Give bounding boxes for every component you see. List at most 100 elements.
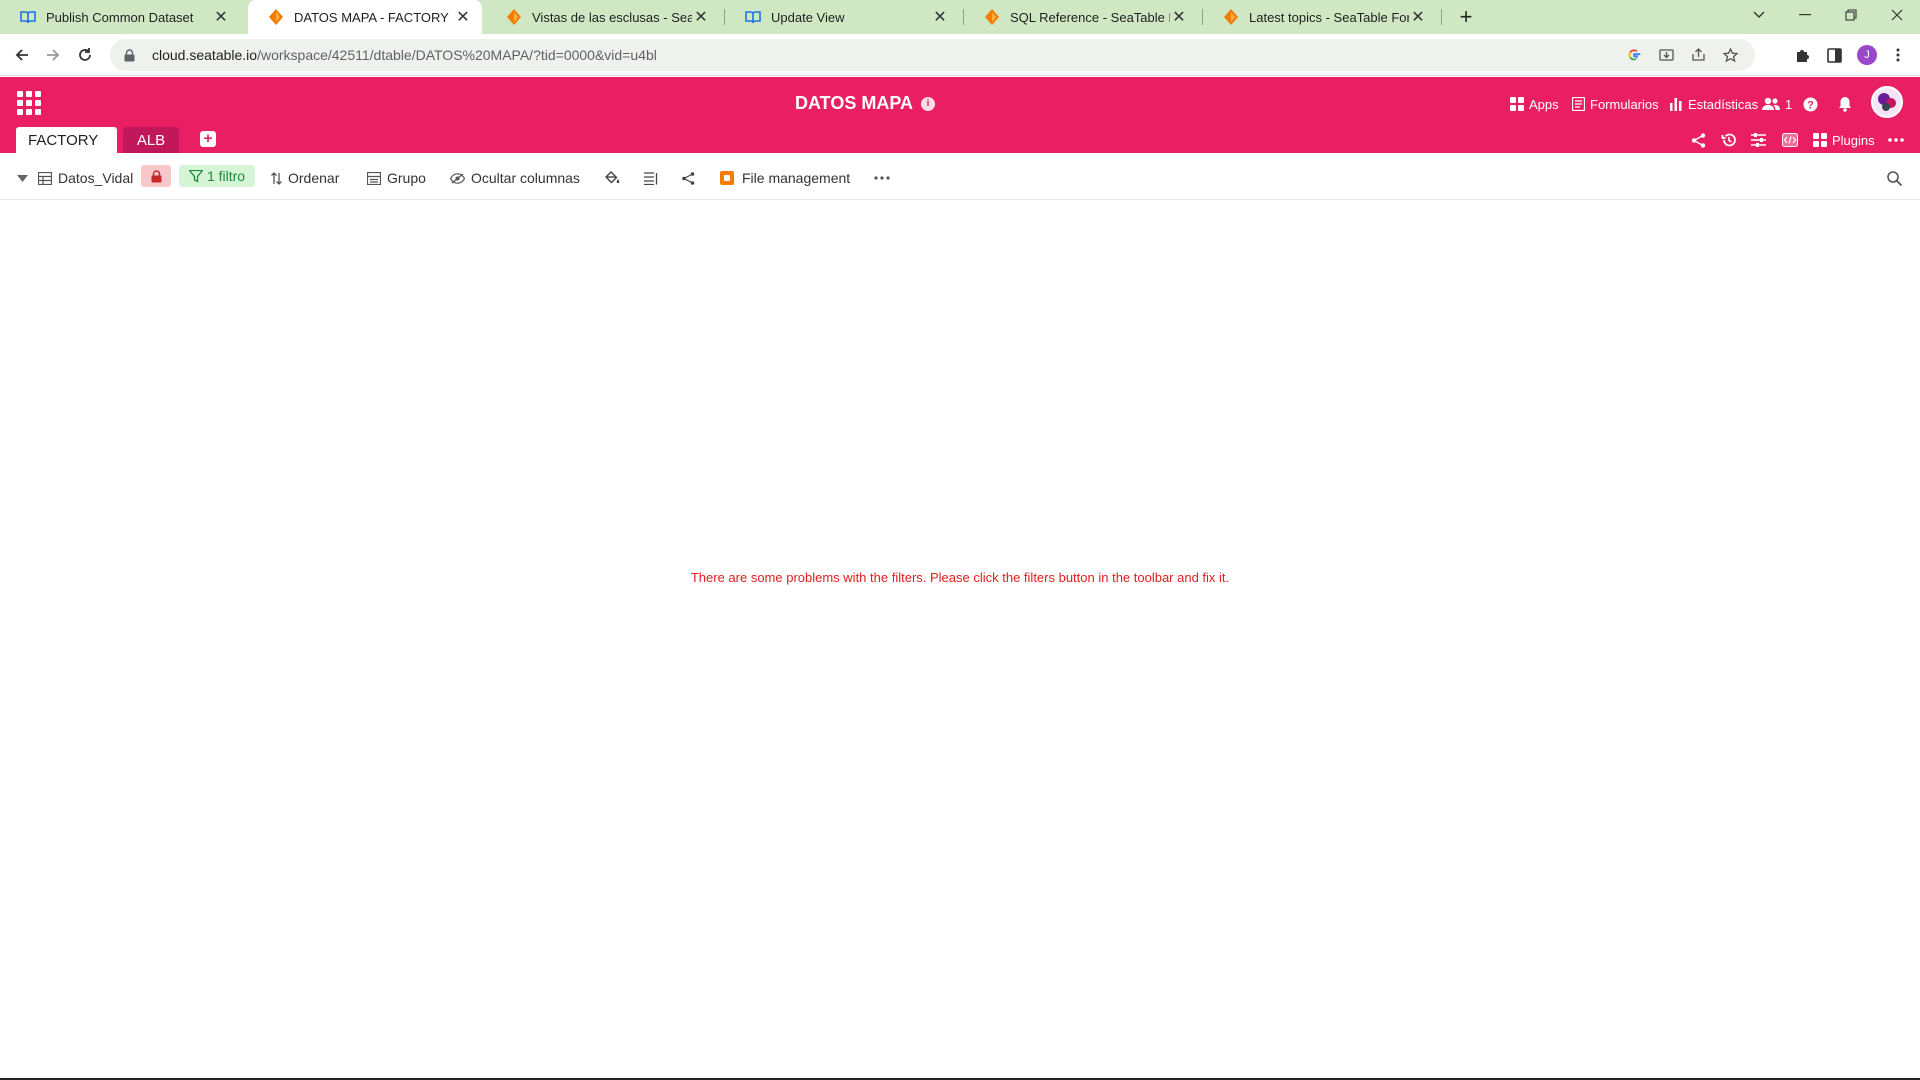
add-table-icon[interactable]: + <box>200 131 216 147</box>
bell-icon <box>1839 97 1851 112</box>
close-icon[interactable]: ✕ <box>931 8 949 26</box>
filter-button[interactable]: 1 filtro <box>179 165 255 187</box>
tab-title: Vistas de las esclusas - SeaTable <box>532 9 692 25</box>
tab-title: Update View <box>771 9 845 25</box>
browser-tab-strip: Publish Common Dataset ✕ DATOS MAPA - FA… <box>0 0 1920 34</box>
back-button[interactable] <box>9 43 35 67</box>
forms-link[interactable]: Formularios <box>1572 94 1659 114</box>
close-window-button[interactable] <box>1874 0 1920 30</box>
more-view-options-button[interactable] <box>874 167 896 189</box>
browser-tab-vistas[interactable]: Vistas de las esclusas - SeaTable ✕ <box>486 0 720 34</box>
help-button[interactable]: ? <box>1803 94 1823 114</box>
browser-tab-sql-reference[interactable]: SQL Reference - SeaTable Programmer ✕ <box>964 0 1198 34</box>
notifications-button[interactable] <box>1838 94 1857 114</box>
tab-title: Latest topics - SeaTable Forum <box>1249 9 1409 25</box>
tab-title: DATOS MAPA - FACTORY <box>294 9 449 25</box>
arrow-right-icon <box>47 49 60 61</box>
forms-label: Formularios <box>1590 96 1659 112</box>
row-height-button[interactable] <box>644 167 664 189</box>
tab-separator <box>1441 9 1442 25</box>
collaborators-button[interactable]: 1 <box>1762 94 1792 114</box>
apps-icon <box>1510 97 1524 111</box>
restore-button[interactable] <box>1828 0 1874 30</box>
seatable-icon <box>506 9 522 25</box>
side-panel-icon[interactable] <box>1824 45 1844 65</box>
browser-tab-update-view[interactable]: Update View ✕ <box>725 0 959 34</box>
browser-tab-forum[interactable]: Latest topics - SeaTable Forum ✕ <box>1203 0 1437 34</box>
group-icon <box>367 171 381 185</box>
file-management-label: File management <box>742 170 851 186</box>
ellipsis-icon <box>1888 138 1904 142</box>
table-tab-label: ALB <box>136 131 166 149</box>
browser-tab-publish-common-dataset[interactable]: Publish Common Dataset ✕ <box>0 0 240 34</box>
share-view-button[interactable] <box>682 167 701 189</box>
apps-link[interactable]: Apps <box>1510 94 1559 114</box>
close-icon[interactable]: ✕ <box>1170 8 1188 26</box>
view-name: Datos_Vidal <box>58 170 134 186</box>
view-selector[interactable]: Datos_Vidal <box>38 167 133 189</box>
row-height-icon <box>644 171 658 185</box>
book-icon <box>745 9 761 25</box>
plugins-icon <box>1813 133 1827 147</box>
users-icon <box>1762 97 1780 110</box>
info-icon[interactable]: i <box>921 96 936 111</box>
book-icon <box>20 9 36 25</box>
extensions-icon[interactable] <box>1792 45 1812 65</box>
close-icon[interactable]: ✕ <box>454 8 472 26</box>
sliders-icon <box>1751 133 1766 147</box>
bar-chart-icon <box>1670 98 1682 111</box>
filter-icon <box>188 169 203 183</box>
share-base-button[interactable] <box>1691 131 1706 149</box>
form-icon <box>1572 97 1585 111</box>
close-icon[interactable]: ✕ <box>1409 8 1427 26</box>
row-color-button[interactable] <box>605 167 626 189</box>
profile-avatar[interactable]: J <box>1857 45 1877 65</box>
plugins-label: Plugins <box>1832 132 1875 148</box>
user-avatar[interactable] <box>1871 86 1903 118</box>
statistics-link[interactable]: Estadísticas <box>1669 94 1758 114</box>
script-button[interactable] <box>1782 131 1798 149</box>
table-tab-alb[interactable]: ALB <box>123 127 179 153</box>
search-button[interactable] <box>1887 167 1908 189</box>
file-management-button[interactable]: File management <box>720 167 850 189</box>
reload-button[interactable] <box>72 43 98 67</box>
code-icon <box>1782 133 1798 147</box>
forward-button[interactable] <box>40 43 66 67</box>
more-options-button[interactable] <box>1888 131 1904 149</box>
sort-button[interactable]: Ordenar <box>271 167 339 189</box>
apps-label: Apps <box>1529 96 1559 112</box>
table-tab-factory[interactable]: FACTORY <box>16 127 117 153</box>
reload-icon <box>79 48 91 61</box>
group-button[interactable]: Grupo <box>367 167 426 189</box>
seatable-icon <box>984 9 1000 25</box>
settings-button[interactable] <box>1751 131 1766 149</box>
sort-label: Ordenar <box>288 170 340 186</box>
plugins-button[interactable]: Plugins <box>1813 131 1875 149</box>
paint-bucket-icon <box>605 171 620 184</box>
install-app-icon[interactable] <box>1657 46 1675 64</box>
close-icon[interactable]: ✕ <box>212 8 230 26</box>
share-icon[interactable] <box>1689 46 1707 64</box>
seatable-icon <box>1223 9 1239 25</box>
minimize-button[interactable] <box>1782 0 1828 30</box>
address-bar[interactable]: cloud.seatable.io/workspace/42511/dtable… <box>110 39 1755 71</box>
browser-tab-datos-mapa[interactable]: DATOS MAPA - FACTORY ✕ <box>248 0 482 34</box>
search-icon <box>1887 170 1902 186</box>
history-icon <box>1721 133 1736 147</box>
ellipsis-icon <box>874 176 890 180</box>
share-icon <box>682 171 695 185</box>
view-lock-button[interactable] <box>141 165 171 187</box>
app-header: DATOS MAPA i Apps Formularios Estadístic… <box>0 77 1920 153</box>
lock-icon[interactable] <box>124 48 138 62</box>
tab-search-button[interactable] <box>1736 0 1782 30</box>
kebab-menu-icon[interactable] <box>1888 45 1908 65</box>
google-icon[interactable] <box>1625 46 1643 64</box>
view-collapse-toggle[interactable] <box>17 167 34 189</box>
sort-icon <box>271 171 282 185</box>
close-icon[interactable]: ✕ <box>692 8 710 26</box>
star-icon[interactable] <box>1721 46 1739 64</box>
new-tab-button[interactable]: + <box>1454 4 1478 29</box>
app-grid-icon[interactable] <box>17 91 41 115</box>
hide-columns-button[interactable]: Ocultar columnas <box>450 167 580 189</box>
history-button[interactable] <box>1721 131 1737 149</box>
